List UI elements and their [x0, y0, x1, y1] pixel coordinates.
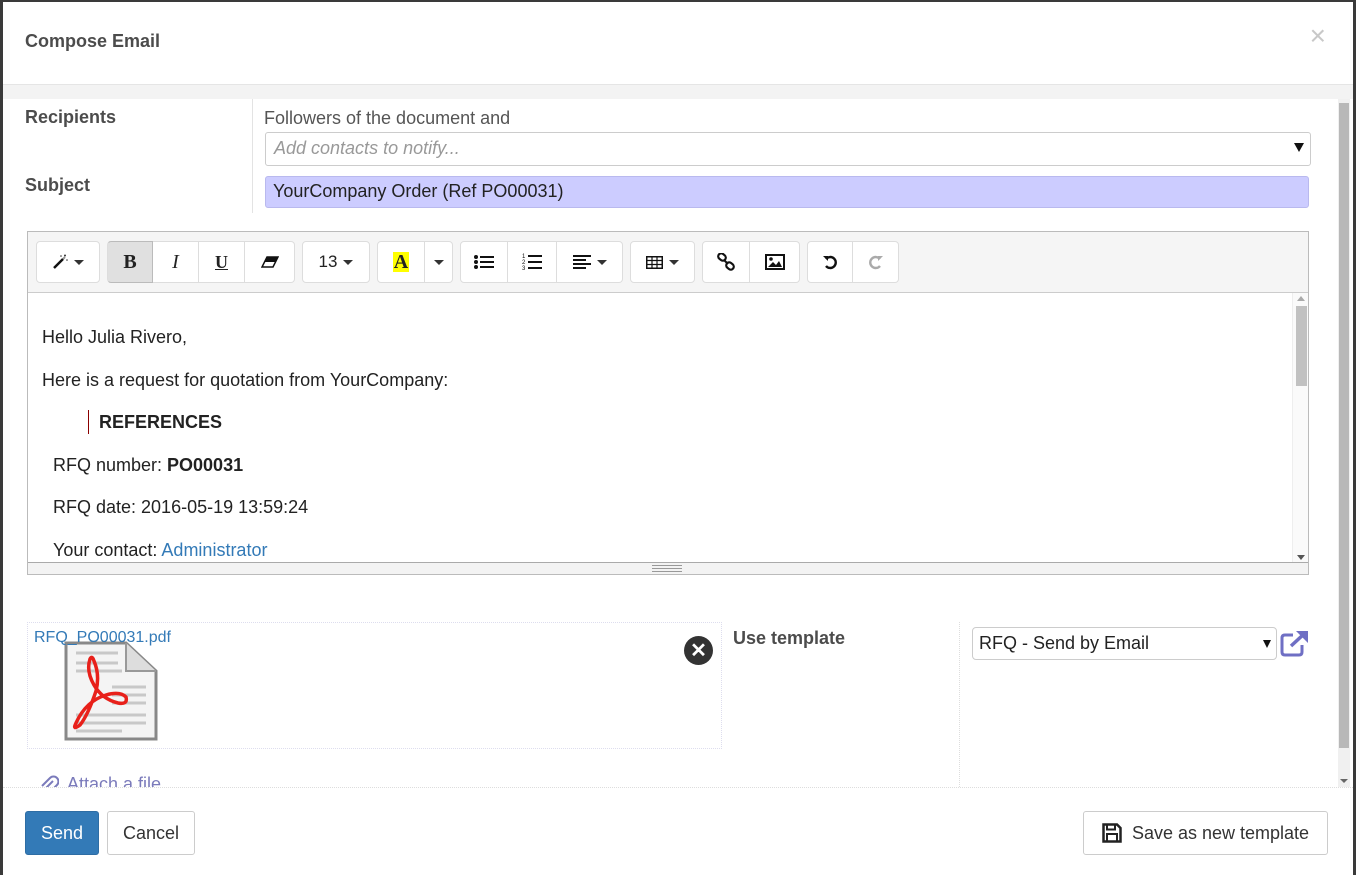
editor-scrollbar[interactable]	[1292, 293, 1308, 563]
chevron-down-icon[interactable]	[1294, 143, 1304, 152]
references-heading: REFERENCES	[99, 412, 223, 432]
grip-icon	[652, 565, 682, 572]
compose-email-dialog: Compose Email × Recipients Subject Follo…	[3, 2, 1353, 875]
rich-text-editor: B I U 13 A 1 2 3 Hello Julia Rivero, Her…	[27, 231, 1309, 575]
redo-button[interactable]	[853, 241, 899, 283]
dialog-header: Compose Email ×	[3, 2, 1353, 85]
bold-button[interactable]: B	[107, 241, 153, 283]
cancel-button[interactable]: Cancel	[107, 811, 195, 855]
use-template-label: Use template	[733, 628, 846, 648]
intro-text: Here is a request for quotation from You…	[42, 370, 449, 390]
redo-icon	[868, 255, 883, 270]
close-icon[interactable]: ×	[1310, 22, 1326, 50]
table-icon	[646, 255, 663, 269]
remove-circle-icon[interactable]: ✕	[684, 636, 713, 665]
contact-label: Your contact:	[53, 540, 162, 560]
undo-icon	[823, 255, 837, 270]
underline-button[interactable]: U	[199, 241, 245, 283]
eraser-icon	[260, 256, 279, 268]
bullet-list-icon	[474, 255, 494, 269]
contact-link[interactable]: Administrator	[161, 540, 267, 560]
scroll-up-arrow-icon[interactable]	[1297, 296, 1305, 301]
bullet-list-button[interactable]	[460, 241, 508, 283]
save-as-template-label: Save as new template	[1131, 822, 1310, 843]
attachment-filename[interactable]: RFQ_PO00031.pdf	[34, 628, 194, 647]
editor-toolbar: B I U 13 A 1 2 3	[28, 232, 1308, 293]
scroll-down-arrow-icon[interactable]	[1297, 555, 1305, 560]
align-button[interactable]	[557, 241, 623, 283]
send-button[interactable]: Send	[25, 811, 99, 855]
subject-label: Subject	[25, 175, 91, 195]
attachment-card: RFQ_PO00031.pdf ✕	[27, 622, 722, 749]
contact-line: Your contact: Administrator	[53, 540, 267, 561]
font-size-value: 13	[318, 252, 338, 271]
dialog-footer: Send Cancel Save as new template	[3, 787, 1353, 875]
attach-file-link[interactable]: Attach a file	[39, 774, 161, 787]
editor-resize-handle[interactable]	[28, 562, 1308, 574]
template-selected-value: RFQ - Send by Email	[979, 633, 1150, 653]
numbered-list-icon: 123	[522, 254, 542, 271]
template-select[interactable]: RFQ - Send by Email	[972, 627, 1277, 660]
floppy-disk-icon	[1102, 823, 1122, 843]
color-letter-icon: A	[392, 251, 410, 273]
greeting-text: Hello Julia Rivero,	[42, 327, 188, 347]
dialog-title: Compose Email	[25, 30, 161, 51]
editor-content[interactable]: Hello Julia Rivero, Here is a request fo…	[28, 293, 1294, 563]
rfq-number-label: RFQ number:	[53, 455, 168, 475]
style-button[interactable]	[36, 241, 100, 283]
italic-button[interactable]: I	[153, 241, 199, 283]
font-size-button[interactable]: 13	[302, 241, 370, 283]
followers-text: Followers of the document and	[264, 108, 511, 128]
rfq-date-line: RFQ date: 2016-05-19 13:59:24	[53, 497, 309, 517]
link-button[interactable]	[702, 241, 750, 283]
template-divider	[959, 622, 960, 787]
label-divider	[252, 99, 253, 213]
save-as-template-button[interactable]: Save as new template	[1083, 811, 1328, 855]
dialog-scrollbar[interactable]	[1338, 99, 1350, 787]
clear-format-button[interactable]	[245, 241, 295, 283]
svg-text:3: 3	[522, 266, 526, 271]
external-link-icon[interactable]	[1279, 630, 1309, 658]
contacts-placeholder: Add contacts to notify...	[274, 138, 460, 158]
contacts-input[interactable]: Add contacts to notify...	[265, 132, 1311, 166]
image-button[interactable]	[750, 241, 800, 283]
subject-input[interactable]: YourCompany Order (Ref PO00031)	[265, 176, 1309, 208]
image-icon	[764, 254, 785, 270]
scroll-down-arrow-icon[interactable]	[1340, 779, 1348, 783]
dialog-body: Recipients Subject Followers of the docu…	[3, 99, 1353, 787]
text-color-button[interactable]: A	[377, 241, 425, 283]
dialog-scroll-thumb[interactable]	[1339, 103, 1349, 748]
table-button[interactable]	[630, 241, 695, 283]
color-dropdown-button[interactable]	[425, 241, 453, 283]
rfq-number-line: RFQ number: PO00031	[53, 455, 243, 476]
numbered-list-button[interactable]: 123	[508, 241, 557, 283]
references-border	[88, 410, 89, 434]
align-left-icon	[572, 255, 591, 269]
header-divider	[3, 85, 1353, 99]
chevron-down-icon[interactable]	[1263, 640, 1271, 648]
editor-scroll-thumb[interactable]	[1296, 306, 1307, 386]
undo-button[interactable]	[807, 241, 853, 283]
paperclip-icon	[41, 775, 59, 787]
recipients-label: Recipients	[25, 107, 117, 127]
pdf-file-icon	[64, 641, 158, 741]
link-icon	[717, 253, 735, 271]
attach-file-label: Attach a file	[67, 774, 162, 787]
magic-wand-icon	[53, 254, 68, 269]
rfq-number-value: PO00031	[167, 455, 244, 475]
